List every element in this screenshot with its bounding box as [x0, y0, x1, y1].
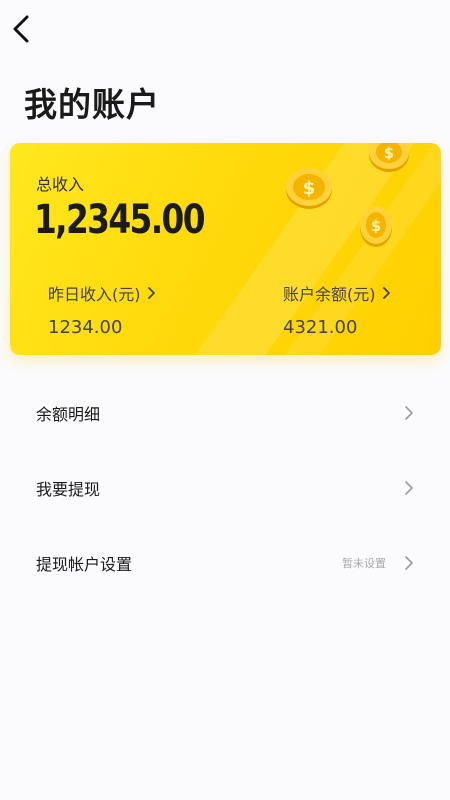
- account-menu: 余额明细 我要提现 提现帐户设置 暂未设置: [0, 375, 450, 600]
- back-button[interactable]: [6, 12, 36, 46]
- chevron-right-icon: [405, 405, 413, 420]
- balance-details-item[interactable]: 余额明细: [0, 375, 450, 450]
- svg-text:$: $: [303, 178, 316, 199]
- status-text: 暂未设置: [342, 556, 386, 570]
- account-balance-value: 4321.00: [283, 317, 358, 338]
- chevron-right-icon: [382, 287, 390, 299]
- svg-text:$: $: [371, 217, 381, 235]
- chevron-right-icon: [405, 555, 413, 570]
- account-summary-card: $ $ $ 总收入 1,2345.00 昨日收入(元) 1234.00 账户余额…: [10, 143, 441, 355]
- withdraw-item[interactable]: 我要提现: [0, 450, 450, 525]
- chevron-left-icon: [13, 15, 29, 43]
- total-income-label: 总收入: [36, 175, 85, 194]
- account-balance-label: 账户余额(元): [283, 285, 376, 304]
- yesterday-income-value: 1234.00: [48, 317, 123, 338]
- yesterday-income-button[interactable]: 昨日收入(元) 1234.00: [48, 281, 156, 338]
- chevron-right-icon: [147, 287, 155, 299]
- svg-text:$: $: [384, 144, 394, 162]
- menu-item-label: 余额明细: [36, 404, 101, 424]
- menu-item-label: 我要提现: [36, 479, 101, 499]
- chevron-right-icon: [405, 480, 413, 495]
- page-title: 我的账户: [24, 85, 160, 124]
- coin-icon: $: [369, 143, 409, 172]
- withdraw-account-settings-item[interactable]: 提现帐户设置 暂未设置: [0, 525, 450, 600]
- account-balance-button[interactable]: 账户余额(元) 4321.00: [283, 281, 391, 338]
- total-income-value: 1,2345.00: [34, 197, 206, 243]
- yesterday-income-label: 昨日收入(元): [48, 285, 141, 304]
- menu-item-label: 提现帐户设置: [36, 554, 133, 574]
- coin-icon: $: [360, 206, 392, 247]
- coin-icon: $: [286, 168, 332, 209]
